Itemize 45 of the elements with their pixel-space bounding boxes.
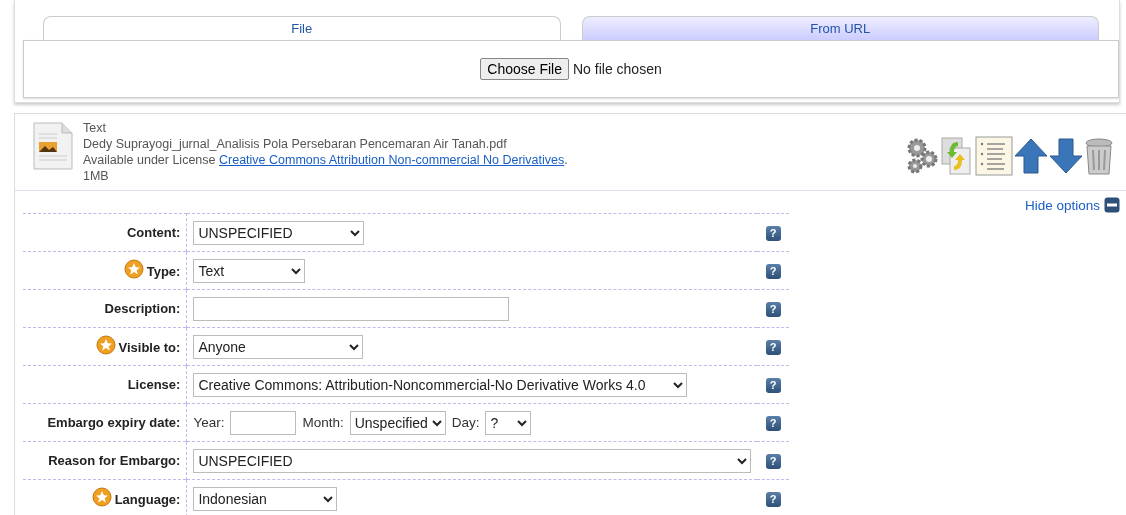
document-type: Text	[83, 120, 107, 136]
document-icon	[31, 120, 75, 172]
arrow-up-icon[interactable]	[1014, 138, 1048, 174]
choose-file-button[interactable]: Choose File	[480, 58, 569, 80]
collapse-icon[interactable]	[1104, 197, 1120, 213]
field-label: Content:	[126, 225, 181, 240]
field-label: Month:	[302, 415, 344, 430]
dropdown[interactable]: Unspecified	[349, 410, 446, 435]
field-label: Description:	[104, 301, 181, 316]
tab[interactable]: File	[43, 16, 561, 40]
dropdown[interactable]: Creative Commons: Attribution-Noncommercial-No Derivative Works 4.0	[193, 372, 688, 397]
field-label: Language:	[114, 492, 181, 507]
license-text: Available under License Creative Commons Attribution Non-commercial No Derivatives.	[83, 152, 568, 168]
help-icon[interactable]: ?	[765, 302, 781, 317]
input-field[interactable]	[193, 296, 510, 321]
field-label: Visible to:	[118, 340, 181, 355]
file-name: Dedy Suprayogi_jurnal_Analisis Pola Persebaran Pencemaran Air Tanah.pdf	[83, 136, 508, 152]
field-label: Embargo expiry date:	[47, 415, 181, 430]
file-status: No file chosen	[573, 61, 662, 77]
arrow-down-icon[interactable]	[1049, 138, 1083, 174]
convert-icon[interactable]	[940, 136, 974, 176]
help-icon[interactable]: ?	[765, 416, 781, 431]
dropdown[interactable]: UNSPECIFIED	[193, 220, 365, 245]
field-label: Type:	[146, 264, 181, 279]
field-label: Day:	[451, 415, 480, 430]
help-icon[interactable]: ?	[765, 340, 781, 355]
input-field[interactable]	[230, 410, 297, 435]
field-label: License:	[127, 377, 181, 392]
help-icon[interactable]: ?	[765, 264, 781, 279]
help-icon[interactable]: ?	[765, 492, 781, 507]
field-label: Year:	[193, 415, 225, 430]
dropdown[interactable]: ?	[485, 410, 532, 435]
field-label: Reason for Embargo:	[48, 453, 181, 468]
file-size: 1MB	[83, 168, 110, 184]
gears-icon[interactable]	[905, 137, 939, 175]
help-icon[interactable]: ?	[765, 378, 781, 393]
trash-icon[interactable]	[1084, 136, 1114, 176]
tab[interactable]: From URL	[581, 16, 1099, 40]
help-icon[interactable]: ?	[765, 454, 781, 469]
dropdown[interactable]: Text	[193, 258, 306, 283]
dropdown[interactable]: Anyone	[193, 334, 364, 359]
help-icon[interactable]: ?	[765, 226, 781, 241]
dropdown[interactable]: Indonesian	[193, 486, 338, 511]
dropdown[interactable]: UNSPECIFIED	[193, 448, 752, 473]
hide-options-link[interactable]: Hide options	[1024, 197, 1100, 213]
